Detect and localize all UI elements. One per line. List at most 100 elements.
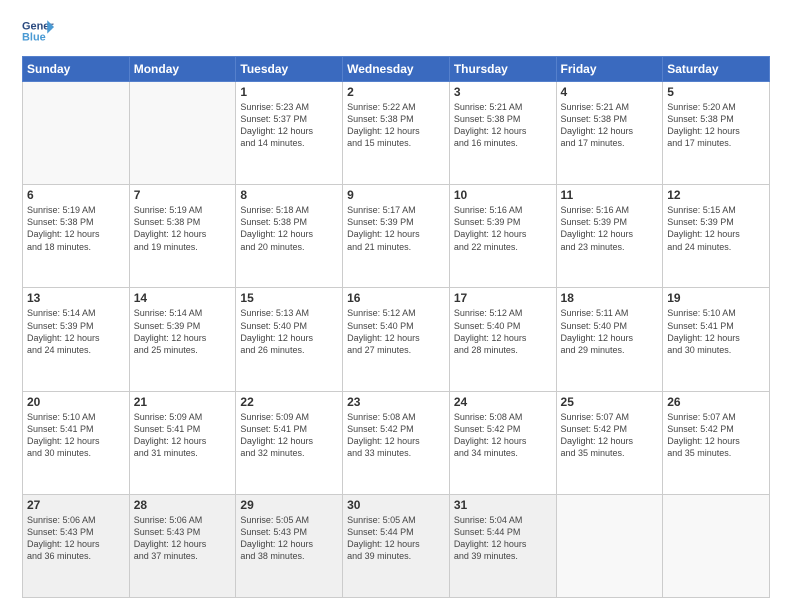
page: General Blue SundayMondayTuesdayWednesda…: [0, 0, 792, 612]
day-number: 13: [27, 291, 125, 305]
day-number: 19: [667, 291, 765, 305]
weekday-header: Saturday: [663, 57, 770, 82]
day-number: 6: [27, 188, 125, 202]
day-number: 22: [240, 395, 338, 409]
day-number: 31: [454, 498, 552, 512]
day-info: Sunrise: 5:12 AM Sunset: 5:40 PM Dayligh…: [347, 307, 445, 356]
calendar-cell: [129, 82, 236, 185]
calendar-cell: 15 Sunrise: 5:13 AM Sunset: 5:40 PM Dayli…: [236, 288, 343, 391]
day-number: 10: [454, 188, 552, 202]
calendar-cell: 24 Sunrise: 5:08 AM Sunset: 5:42 PM Dayli…: [449, 391, 556, 494]
day-number: 15: [240, 291, 338, 305]
logo: General Blue: [22, 18, 54, 46]
calendar-week-row: 1Sunrise: 5:23 AM Sunset: 5:37 PM Daylig…: [23, 82, 770, 185]
weekday-header: Friday: [556, 57, 663, 82]
day-number: 30: [347, 498, 445, 512]
day-info: Sunrise: 5:06 AM Sunset: 5:43 PM Dayligh…: [27, 514, 125, 563]
calendar-week-row: 6 Sunrise: 5:19 AM Sunset: 5:38 PM Daylig…: [23, 185, 770, 288]
day-info: Sunrise: 5:05 AM Sunset: 5:44 PM Dayligh…: [347, 514, 445, 563]
day-info: Sunrise: 5:15 AM Sunset: 5:39 PM Dayligh…: [667, 204, 765, 253]
calendar-table: SundayMondayTuesdayWednesdayThursdayFrid…: [22, 56, 770, 598]
day-info: Sunrise: 5:13 AM Sunset: 5:40 PM Dayligh…: [240, 307, 338, 356]
day-number: 8: [240, 188, 338, 202]
day-info: Sunrise: 5:12 AM Sunset: 5:40 PM Dayligh…: [454, 307, 552, 356]
calendar-cell: 12 Sunrise: 5:15 AM Sunset: 5:39 PM Dayli…: [663, 185, 770, 288]
calendar-cell: 13 Sunrise: 5:14 AM Sunset: 5:39 PM Dayli…: [23, 288, 130, 391]
day-info: Sunrise: 5:16 AM Sunset: 5:39 PM Dayligh…: [561, 204, 659, 253]
day-info: Sunrise: 5:05 AM Sunset: 5:43 PM Dayligh…: [240, 514, 338, 563]
day-info: Sunrise: 5:21 AM Sunset: 5:38 PM Dayligh…: [454, 101, 552, 150]
calendar-cell: [663, 494, 770, 597]
calendar-cell: 23 Sunrise: 5:08 AM Sunset: 5:42 PM Dayli…: [343, 391, 450, 494]
day-number: 3: [454, 85, 552, 99]
day-info: Sunrise: 5:09 AM Sunset: 5:41 PM Dayligh…: [240, 411, 338, 460]
calendar-cell: 14 Sunrise: 5:14 AM Sunset: 5:39 PM Dayli…: [129, 288, 236, 391]
day-number: 12: [667, 188, 765, 202]
header: General Blue: [22, 18, 770, 46]
calendar-cell: 6Sunrise: 5:19 AM Sunset: 5:38 PM Daylig…: [23, 185, 130, 288]
day-info: Sunrise: 5:07 AM Sunset: 5:42 PM Dayligh…: [667, 411, 765, 460]
calendar-cell: 27 Sunrise: 5:06 AM Sunset: 5:43 PM Dayli…: [23, 494, 130, 597]
day-info: Sunrise: 5:08 AM Sunset: 5:42 PM Dayligh…: [347, 411, 445, 460]
calendar-cell: 21Sunrise: 5:09 AM Sunset: 5:41 PM Dayli…: [129, 391, 236, 494]
weekday-header: Tuesday: [236, 57, 343, 82]
calendar-cell: 16 Sunrise: 5:12 AM Sunset: 5:40 PM Dayli…: [343, 288, 450, 391]
day-number: 4: [561, 85, 659, 99]
day-info: Sunrise: 5:11 AM Sunset: 5:40 PM Dayligh…: [561, 307, 659, 356]
day-number: 11: [561, 188, 659, 202]
calendar-cell: 8 Sunrise: 5:18 AM Sunset: 5:38 PM Daylig…: [236, 185, 343, 288]
day-info: Sunrise: 5:10 AM Sunset: 5:41 PM Dayligh…: [27, 411, 125, 460]
calendar-cell: 26 Sunrise: 5:07 AM Sunset: 5:42 PM Dayli…: [663, 391, 770, 494]
day-number: 9: [347, 188, 445, 202]
day-number: 14: [134, 291, 232, 305]
calendar-cell: [23, 82, 130, 185]
day-info: Sunrise: 5:04 AM Sunset: 5:44 PM Dayligh…: [454, 514, 552, 563]
day-number: 7: [134, 188, 232, 202]
calendar-cell: 25 Sunrise: 5:07 AM Sunset: 5:42 PM Dayli…: [556, 391, 663, 494]
calendar-cell: 4 Sunrise: 5:21 AM Sunset: 5:38 PM Daylig…: [556, 82, 663, 185]
day-info: Sunrise: 5:16 AM Sunset: 5:39 PM Dayligh…: [454, 204, 552, 253]
calendar-cell: [556, 494, 663, 597]
calendar-cell: 28Sunrise: 5:06 AM Sunset: 5:43 PM Dayli…: [129, 494, 236, 597]
weekday-header: Sunday: [23, 57, 130, 82]
day-number: 26: [667, 395, 765, 409]
calendar-cell: 20Sunrise: 5:10 AM Sunset: 5:41 PM Dayli…: [23, 391, 130, 494]
day-number: 25: [561, 395, 659, 409]
calendar-cell: 18Sunrise: 5:11 AM Sunset: 5:40 PM Dayli…: [556, 288, 663, 391]
day-info: Sunrise: 5:18 AM Sunset: 5:38 PM Dayligh…: [240, 204, 338, 253]
day-number: 5: [667, 85, 765, 99]
day-number: 17: [454, 291, 552, 305]
calendar-cell: 10 Sunrise: 5:16 AM Sunset: 5:39 PM Dayli…: [449, 185, 556, 288]
calendar-cell: 31 Sunrise: 5:04 AM Sunset: 5:44 PM Dayli…: [449, 494, 556, 597]
day-number: 24: [454, 395, 552, 409]
day-info: Sunrise: 5:10 AM Sunset: 5:41 PM Dayligh…: [667, 307, 765, 356]
calendar-cell: 22 Sunrise: 5:09 AM Sunset: 5:41 PM Dayli…: [236, 391, 343, 494]
calendar-cell: 17 Sunrise: 5:12 AM Sunset: 5:40 PM Dayli…: [449, 288, 556, 391]
day-info: Sunrise: 5:08 AM Sunset: 5:42 PM Dayligh…: [454, 411, 552, 460]
calendar-header-row: SundayMondayTuesdayWednesdayThursdayFrid…: [23, 57, 770, 82]
calendar-week-row: 27 Sunrise: 5:06 AM Sunset: 5:43 PM Dayli…: [23, 494, 770, 597]
calendar-cell: 19 Sunrise: 5:10 AM Sunset: 5:41 PM Dayli…: [663, 288, 770, 391]
day-info: Sunrise: 5:07 AM Sunset: 5:42 PM Dayligh…: [561, 411, 659, 460]
day-info: Sunrise: 5:19 AM Sunset: 5:38 PM Dayligh…: [134, 204, 232, 253]
weekday-header: Thursday: [449, 57, 556, 82]
logo-icon: General Blue: [22, 18, 54, 46]
weekday-header: Wednesday: [343, 57, 450, 82]
day-info: Sunrise: 5:06 AM Sunset: 5:43 PM Dayligh…: [134, 514, 232, 563]
day-number: 21: [134, 395, 232, 409]
day-number: 29: [240, 498, 338, 512]
calendar-cell: 5 Sunrise: 5:20 AM Sunset: 5:38 PM Daylig…: [663, 82, 770, 185]
svg-text:Blue: Blue: [22, 31, 46, 43]
day-number: 2: [347, 85, 445, 99]
calendar-week-row: 20Sunrise: 5:10 AM Sunset: 5:41 PM Dayli…: [23, 391, 770, 494]
day-info: Sunrise: 5:20 AM Sunset: 5:38 PM Dayligh…: [667, 101, 765, 150]
day-number: 27: [27, 498, 125, 512]
day-number: 23: [347, 395, 445, 409]
calendar-cell: 3 Sunrise: 5:21 AM Sunset: 5:38 PM Daylig…: [449, 82, 556, 185]
day-info: Sunrise: 5:21 AM Sunset: 5:38 PM Dayligh…: [561, 101, 659, 150]
day-number: 16: [347, 291, 445, 305]
calendar-cell: 11 Sunrise: 5:16 AM Sunset: 5:39 PM Dayli…: [556, 185, 663, 288]
day-info: Sunrise: 5:14 AM Sunset: 5:39 PM Dayligh…: [27, 307, 125, 356]
day-number: 1: [240, 85, 338, 99]
day-info: Sunrise: 5:14 AM Sunset: 5:39 PM Dayligh…: [134, 307, 232, 356]
